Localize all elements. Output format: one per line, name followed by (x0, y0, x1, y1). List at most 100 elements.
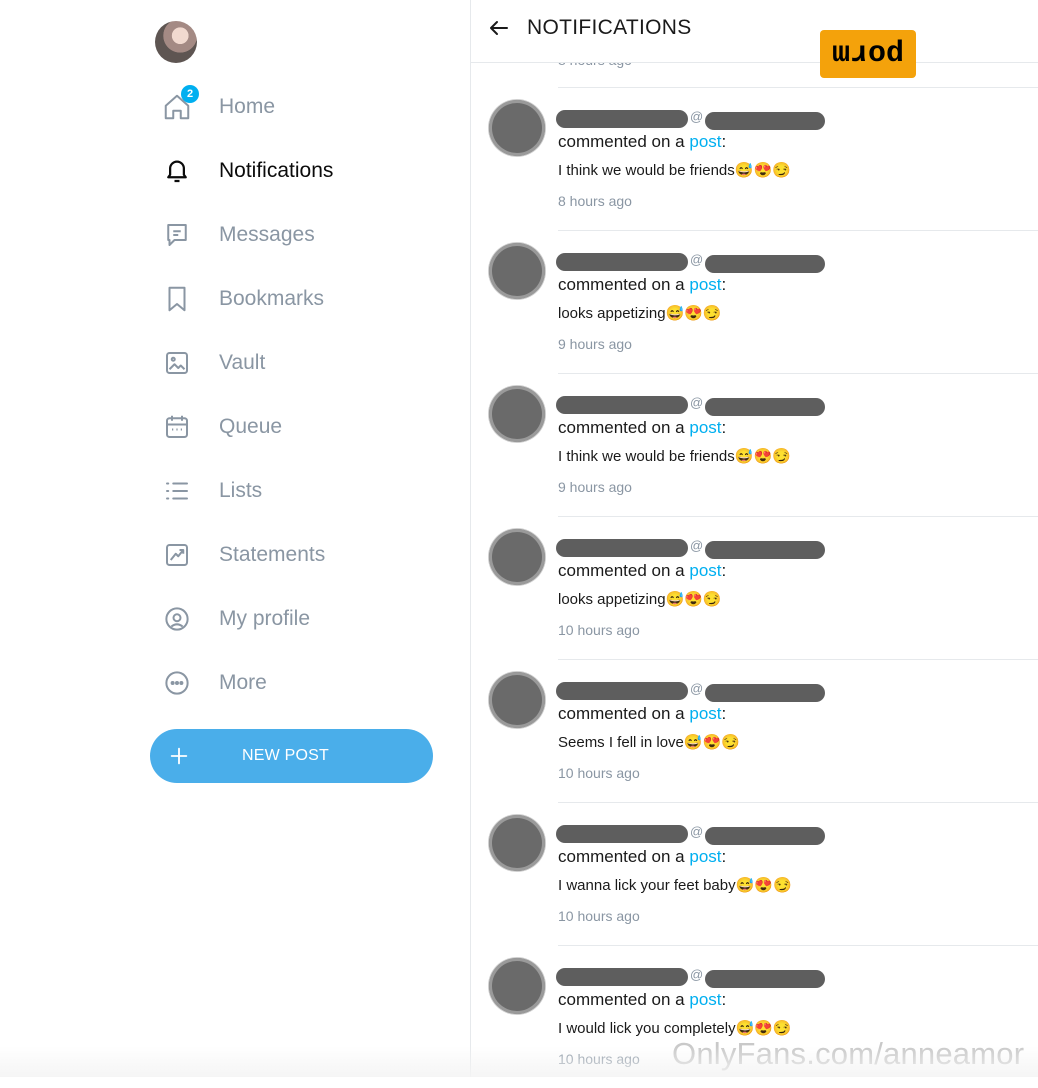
commenter-avatar[interactable] (489, 958, 545, 1014)
redacted-handle (705, 827, 825, 845)
comment-text: I would lick you completely😅😍😏 (558, 1020, 792, 1037)
action-text: commented on a (558, 561, 685, 580)
redacted-handle (705, 398, 825, 416)
post-link[interactable]: post (689, 990, 721, 1009)
notification-item[interactable]: @ commented on a post: I think we would be… (471, 373, 1038, 516)
sidebar-item-messages[interactable]: Messages (159, 215, 315, 255)
notification-item[interactable]: @ commented on a post: looks appetizing😅😍😏… (471, 516, 1038, 659)
action-suffix: : (721, 418, 727, 437)
sidebar-item-label: Home (219, 95, 276, 118)
sidebar-item-notifications[interactable]: Notifications (159, 151, 333, 191)
notification-action: commented on a post: (558, 990, 726, 1010)
commenter-avatar[interactable] (489, 100, 545, 156)
handle-at: @ (690, 967, 704, 982)
commenter-avatar[interactable] (489, 529, 545, 585)
action-suffix: : (721, 704, 727, 723)
notification-time: 10 hours ago (558, 765, 640, 781)
notification-action: commented on a post: (558, 847, 726, 867)
notification-item[interactable]: @ commented on a post: Seems I fell in lov… (471, 659, 1038, 802)
sidebar-item-label: Statements (219, 543, 326, 566)
post-link[interactable]: post (689, 561, 721, 580)
notification-action: commented on a post: (558, 418, 726, 438)
back-arrow-icon[interactable] (487, 16, 511, 40)
redacted-name (556, 396, 688, 414)
post-link[interactable]: post (689, 418, 721, 437)
sidebar-item-label: My profile (219, 607, 311, 630)
redacted-name (556, 539, 688, 557)
notification-item[interactable]: @ commented on a post: looks appetizing😅😍😏… (471, 230, 1038, 373)
action-text: commented on a (558, 990, 685, 1009)
notification-item[interactable]: @ commented on a post: I think we would be… (471, 87, 1038, 230)
handle-at: @ (690, 252, 704, 267)
sidebar-item-label: More (219, 671, 267, 694)
more-icon (159, 665, 195, 701)
redacted-handle (705, 255, 825, 273)
notification-action: commented on a post: (558, 132, 726, 152)
handle-at: @ (690, 824, 704, 839)
comment-text: I think we would be friends😅😍😏 (558, 448, 791, 465)
notification-action: commented on a post: (558, 561, 726, 581)
sidebar-item-my-profile[interactable]: My profile (159, 599, 310, 639)
user-avatar[interactable] (155, 21, 197, 63)
redacted-name (556, 110, 688, 128)
row-divider (558, 87, 1038, 88)
post-link[interactable]: post (689, 275, 721, 294)
sidebar-item-statements[interactable]: Statements (159, 535, 325, 575)
row-divider (558, 516, 1038, 517)
sidebar-item-label: Lists (219, 479, 263, 502)
action-text: commented on a (558, 275, 685, 294)
sidebar-item-more[interactable]: More (159, 663, 267, 703)
image-icon (159, 345, 195, 381)
bookmark-icon (159, 281, 195, 317)
commenter-avatar[interactable] (489, 243, 545, 299)
row-divider (558, 945, 1038, 946)
redacted-handle (705, 541, 825, 559)
row-divider (558, 802, 1038, 803)
commenter-avatar[interactable] (489, 815, 545, 871)
comment-text: looks appetizing😅😍😏 (558, 591, 722, 608)
action-text: commented on a (558, 132, 685, 151)
commenter-avatar[interactable] (489, 672, 545, 728)
handle-at: @ (690, 681, 704, 696)
row-divider (558, 659, 1038, 660)
sidebar: 2 Home Notifications Messages Bookmarks … (0, 0, 470, 1077)
row-divider (558, 230, 1038, 231)
chart-icon (159, 537, 195, 573)
notification-time: 10 hours ago (558, 908, 640, 924)
handle-at: @ (690, 109, 704, 124)
action-suffix: : (721, 275, 727, 294)
sidebar-item-label: Messages (219, 223, 315, 246)
post-link[interactable]: post (689, 847, 721, 866)
post-link[interactable]: post (689, 704, 721, 723)
action-suffix: : (721, 847, 727, 866)
redacted-name (556, 968, 688, 986)
notification-time: 8 hours ago (558, 193, 632, 209)
message-icon (159, 217, 195, 253)
sidebar-item-home[interactable]: 2 Home (159, 85, 276, 127)
action-text: commented on a (558, 847, 685, 866)
notification-item[interactable]: @ commented on a post: I wanna lick your f… (471, 802, 1038, 945)
redacted-handle (705, 112, 825, 130)
sidebar-item-queue[interactable]: Queue (159, 407, 282, 447)
handle-at: @ (690, 538, 704, 553)
action-text: commented on a (558, 704, 685, 723)
bell-icon (159, 153, 195, 189)
sidebar-item-vault[interactable]: Vault (159, 343, 265, 383)
brand-logo: ɯɹod (820, 30, 916, 78)
sidebar-item-label: Queue (219, 415, 283, 438)
plus-icon (170, 747, 188, 765)
comment-text: Seems I fell in love😅😍😏 (558, 734, 740, 751)
commenter-avatar[interactable] (489, 386, 545, 442)
redacted-name (556, 253, 688, 271)
post-link[interactable]: post (689, 132, 721, 151)
redacted-handle (705, 684, 825, 702)
row-divider (558, 373, 1038, 374)
notification-action: commented on a post: (558, 704, 726, 724)
comment-text: looks appetizing😅😍😏 (558, 305, 722, 322)
sidebar-item-label: Vault (219, 351, 266, 374)
new-post-button[interactable]: NEW POST (150, 729, 433, 783)
sidebar-item-bookmarks[interactable]: Bookmarks (159, 279, 324, 319)
home-badge: 2 (181, 85, 199, 103)
home-icon: 2 (159, 85, 199, 125)
sidebar-item-lists[interactable]: Lists (159, 471, 262, 511)
